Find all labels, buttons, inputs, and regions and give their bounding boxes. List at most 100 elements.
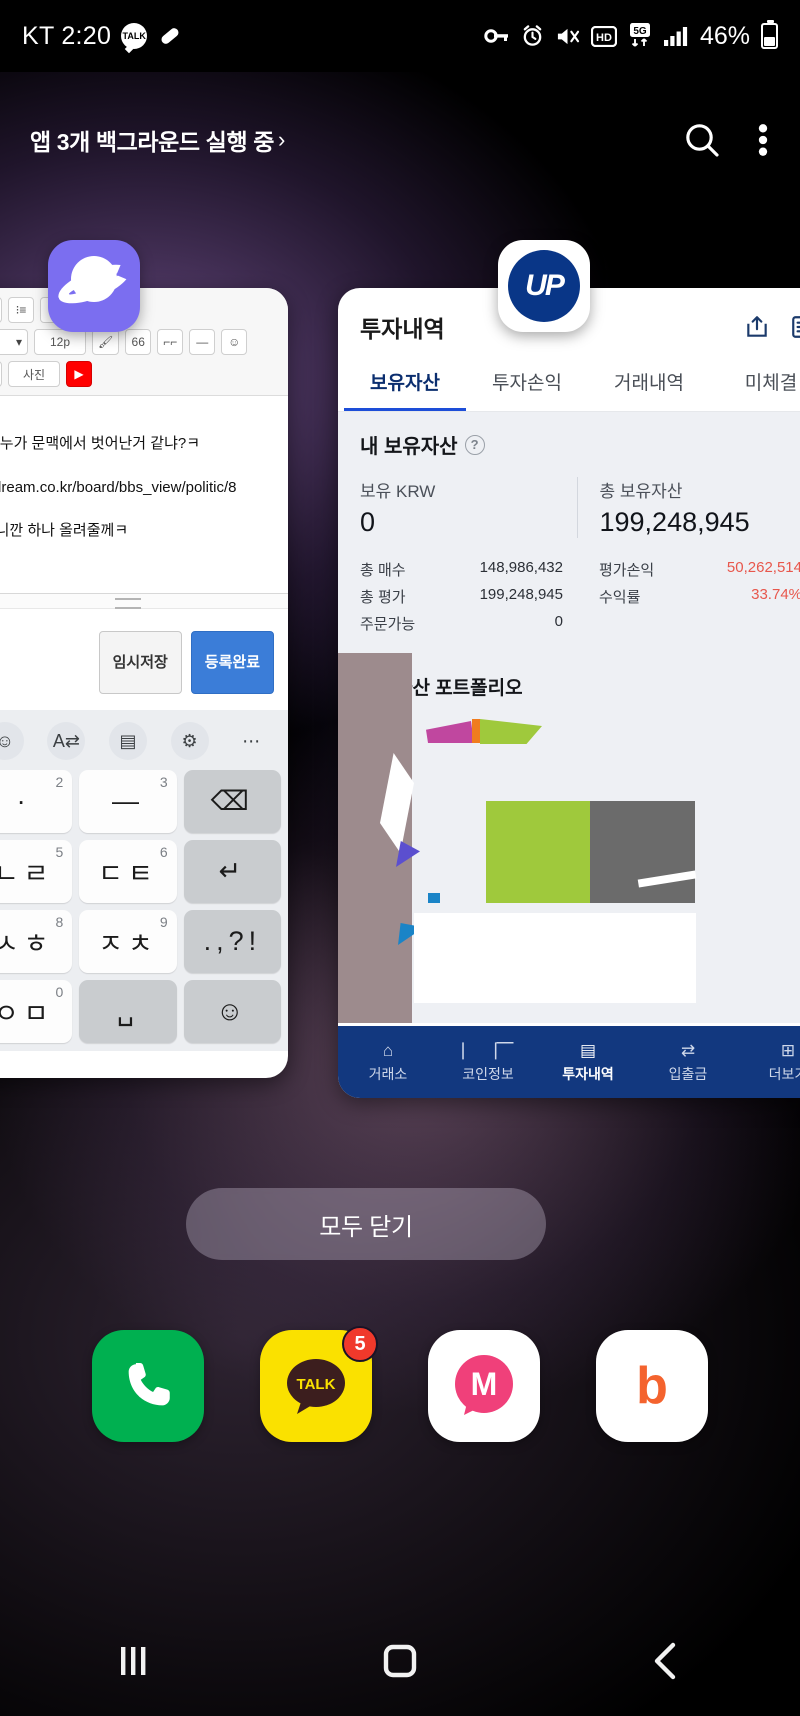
stat-label: 총 매수 <box>360 562 406 579</box>
key-dash[interactable]: 3— <box>79 770 177 833</box>
key-nieun-rieul[interactable]: 5 ㄴㄹ <box>0 840 73 903</box>
hr-icon[interactable]: — <box>189 329 216 355</box>
key-number: 8 <box>55 914 64 930</box>
key-label: ⌫ <box>210 786 254 816</box>
key-label: ㄷㅌ <box>98 859 158 889</box>
recents-icon[interactable] <box>109 1637 157 1685</box>
stat-value: 50,262,514 <box>726 559 800 576</box>
nav-label: 더보기 <box>768 1065 800 1082</box>
key-jieut-chieut[interactable]: 9 ㅈㅊ <box>79 910 177 973</box>
app-dock: TALK 5 M b <box>0 1326 800 1452</box>
key-ieung-mieum[interactable]: 0 ㅇㅁ <box>0 980 73 1043</box>
space-key[interactable]: ␣ <box>79 980 177 1043</box>
clear-format-icon[interactable]: ✖ <box>0 361 2 387</box>
key-label: — <box>111 786 144 816</box>
stats-right-column: 평가손익 50,262,514 수익률 33.74% <box>577 556 800 637</box>
resize-handle[interactable] <box>0 592 288 609</box>
editor-toolbar-row-2: …▾ 12p 🖌 66 ⌐⌐ — ☺ <box>0 326 284 358</box>
portfolio-bar-green <box>486 801 590 903</box>
stat-label: 주문가능 <box>360 616 416 633</box>
clipboard-icon[interactable]: ▤ <box>108 722 147 760</box>
battery-icon <box>761 20 778 49</box>
tab-open-orders[interactable]: 미체결 <box>710 356 800 411</box>
tab-trade-history[interactable]: 거래내역 <box>588 356 710 411</box>
kpi-label: 총 보유자산 <box>599 482 683 501</box>
key-siot-hieut[interactable]: 8 ㅅㅎ <box>0 910 73 973</box>
upbit-logo-text: UP <box>508 250 580 322</box>
mute-icon <box>557 28 580 44</box>
tab-holdings[interactable]: 보유자산 <box>344 356 466 411</box>
chart-icon: ⎸⎹⎺ <box>462 1040 514 1060</box>
translate-icon[interactable]: A⇄ <box>47 722 86 760</box>
key-dot[interactable]: 2 · <box>0 770 73 833</box>
bottom-nav-coin-info[interactable]: ⎸⎹⎺ 코인정보 <box>438 1041 538 1084</box>
key-digeut-tieut[interactable]: 6 ㄷㅌ <box>79 840 177 903</box>
stat-row: 주문가능 0 <box>360 610 577 637</box>
browser-content: 내고 누가 문맥에서 벗어난거 같냐?ㅋ baedream.co.kr/boar… <box>0 396 288 710</box>
quote-66-button[interactable]: 66 <box>125 329 152 355</box>
help-icon[interactable]: ? <box>464 434 485 455</box>
key-label: ↵ <box>218 856 247 886</box>
settings-icon[interactable]: ⚙ <box>170 722 209 760</box>
emoji-icon[interactable]: ☺ <box>0 722 24 760</box>
punctuation-key[interactable]: .,?! <box>183 910 281 973</box>
recent-card-browser[interactable]: ☰ ⁝≡ ▾ …▾ 12p 🖌 66 ⌐⌐ — ☺ ✖ 사진 ▶ 내고 누가 문… <box>0 288 288 1078</box>
font-family-select[interactable]: …▾ <box>0 329 28 355</box>
stat-row: 수익률 33.74% <box>599 583 800 610</box>
submit-button[interactable]: 등록완료 <box>190 630 274 694</box>
backspace-key[interactable]: ⌫ <box>183 770 281 833</box>
bottom-nav-more[interactable]: ⊞ 더보기 <box>738 1041 800 1084</box>
kakaotalk-badge-count: 5 <box>342 1326 378 1362</box>
photo-button[interactable]: 사진 <box>8 361 60 387</box>
phone-icon <box>128 1363 170 1406</box>
dock-app-band[interactable]: b <box>596 1330 708 1442</box>
bottom-nav-exchange[interactable]: ⌂ 거래소 <box>338 1041 438 1084</box>
keyboard-key-grid: 2 · 3— ⌫ 5 ㄴㄹ 6 ㄷㅌ ↵ 8 ㅅㅎ 9 ㅈㅊ .,?! 0 ㅇㅁ ␣ ☺ <box>0 770 288 1043</box>
close-all-button[interactable]: 모두 닫기 <box>186 1188 546 1260</box>
key-label: · <box>16 786 31 816</box>
list-format-icon[interactable]: ☰ <box>0 297 2 323</box>
hd-icon: HD <box>590 25 617 47</box>
code-icon[interactable]: ⌐⌐ <box>157 329 184 355</box>
key-label: ␣ <box>116 996 140 1026</box>
temp-save-button[interactable]: 임시저장 <box>98 630 182 694</box>
kpi-value: 199,248,945 <box>599 507 750 537</box>
portfolio-header: 보유자산 포트폴리오 ⌃ <box>360 661 800 704</box>
dock-app-phone[interactable] <box>92 1330 204 1442</box>
key-label: ㄴㄹ <box>0 859 54 889</box>
grid-plus-icon: ⊞ <box>780 1040 796 1060</box>
key-icon <box>484 29 508 43</box>
svg-text:M: M <box>471 1366 498 1402</box>
home-icon[interactable] <box>376 1637 424 1685</box>
nav-label: 투자내역 <box>562 1065 614 1082</box>
ordered-list-icon[interactable]: ⁝≡ <box>8 297 34 323</box>
brush-icon[interactable]: 🖌 <box>92 329 120 355</box>
emoticon-icon[interactable]: ☺ <box>221 329 248 355</box>
background-apps-button[interactable]: 앱 3개 백그라운드 실행 중 › <box>30 123 285 157</box>
nav-label: 거래소 <box>368 1065 408 1082</box>
upbit-app-icon: UP <box>498 240 590 332</box>
keyboard-toolbar: ☺ A⇄ ▤ ⚙ ⋯ <box>0 710 288 770</box>
nav-label: 코인정보 <box>462 1065 514 1082</box>
more-icon[interactable]: ⋯ <box>232 722 270 760</box>
dock-app-kakaotalk[interactable]: TALK 5 <box>260 1326 378 1442</box>
korean-keyboard: ☺ A⇄ ▤ ⚙ ⋯ 2 · 3— ⌫ 5 ㄴㄹ 6 ㄷㅌ ↵ 8 ㅅㅎ 9 ㅈㅊ .,?… <box>0 710 288 1051</box>
transfer-icon: ⇄ <box>680 1040 696 1060</box>
bottom-nav-deposit-withdraw[interactable]: ⇄ 입출금 <box>638 1041 738 1084</box>
more-vertical-icon[interactable] <box>756 120 770 160</box>
share-icon[interactable] <box>744 314 770 340</box>
upbit-tabs: 보유자산 투자손익 거래내역 미체결 <box>338 356 800 412</box>
dock-app-messages[interactable]: M <box>428 1330 540 1442</box>
font-size-select[interactable]: 12p <box>34 329 86 355</box>
youtube-icon[interactable]: ▶ <box>66 361 92 387</box>
search-icon[interactable] <box>682 120 722 160</box>
key-number: 9 <box>159 914 168 930</box>
bottom-nav-investments[interactable]: ▤ 투자내역 <box>538 1041 638 1084</box>
list-icon[interactable] <box>790 314 800 340</box>
page-title: 투자내역 <box>360 316 445 342</box>
back-icon[interactable] <box>643 1637 691 1685</box>
enter-key[interactable]: ↵ <box>183 840 281 903</box>
emoji-key[interactable]: ☺ <box>183 980 281 1043</box>
tab-profit-loss[interactable]: 투자손익 <box>466 356 588 411</box>
recent-card-upbit[interactable]: 투자내역 보유자산 투자손익 거래내역 미체결 내 보유자산 ? 보유 KRW … <box>338 288 800 1098</box>
